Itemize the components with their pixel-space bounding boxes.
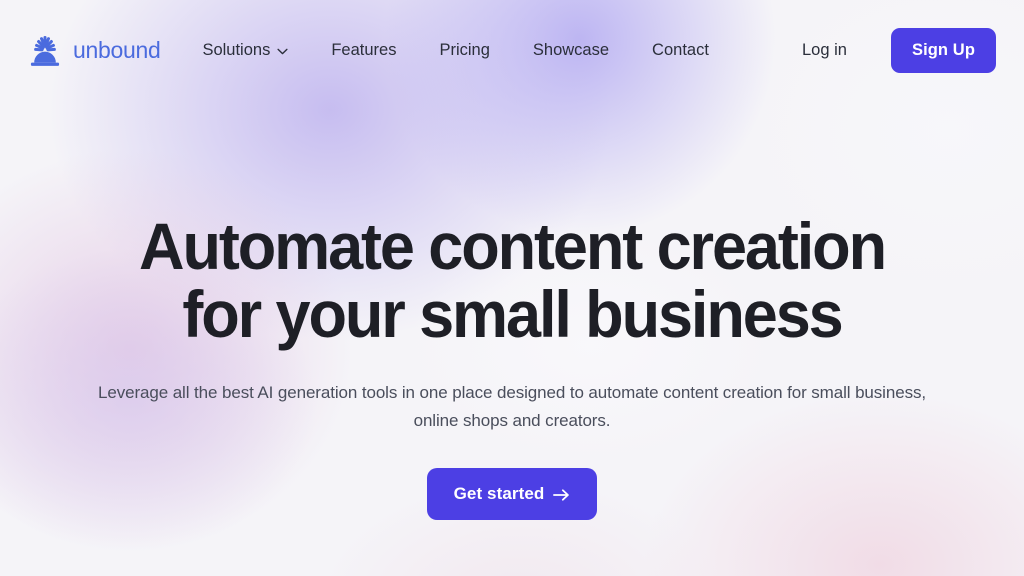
get-started-button[interactable]: Get started (426, 468, 598, 521)
hero-subheadline: Leverage all the best AI generation tool… (82, 349, 942, 436)
nav-item-solutions[interactable]: Solutions (202, 33, 288, 68)
nav-item-solutions-label: Solutions (202, 41, 271, 59)
brand-logo-link[interactable]: unbound (26, 35, 161, 66)
brand-wordmark: unbound (73, 37, 161, 63)
hero-headline: Automate content creation for your small… (23, 209, 1001, 351)
hero-section: Automate content creation for your small… (0, 101, 1024, 521)
login-link[interactable]: Log in (802, 41, 847, 60)
sunburst-icon (30, 35, 60, 66)
landing-page: unbound Solutions Features Pricing Showc… (0, 0, 1024, 576)
nav-item-contact-label: Contact (652, 41, 709, 59)
nav-item-pricing[interactable]: Pricing (439, 33, 489, 68)
nav-item-showcase[interactable]: Showcase (533, 33, 609, 68)
nav-links: Solutions Features Pricing Showcase Cont… (202, 33, 802, 68)
hero-subheadline-line1: Leverage all the best AI generation tool… (97, 382, 807, 402)
get-started-label: Get started (453, 484, 545, 504)
nav-item-pricing-label: Pricing (439, 41, 490, 59)
hero-headline-line2: for your small business (182, 276, 843, 351)
chevron-down-icon (277, 48, 288, 55)
arrow-right-icon (553, 488, 570, 501)
nav-item-features-label: Features (331, 41, 397, 59)
nav-item-features[interactable]: Features (331, 33, 396, 68)
nav-item-showcase-label: Showcase (532, 41, 610, 59)
main-navbar: unbound Solutions Features Pricing Showc… (0, 0, 1024, 101)
signup-button[interactable]: Sign Up (890, 28, 996, 73)
hero-headline-line1: Automate content creation (139, 209, 887, 283)
nav-item-contact[interactable]: Contact (652, 33, 709, 68)
nav-actions: Log in Sign Up (802, 28, 996, 73)
hero-cta-wrap: Get started (0, 436, 1024, 521)
